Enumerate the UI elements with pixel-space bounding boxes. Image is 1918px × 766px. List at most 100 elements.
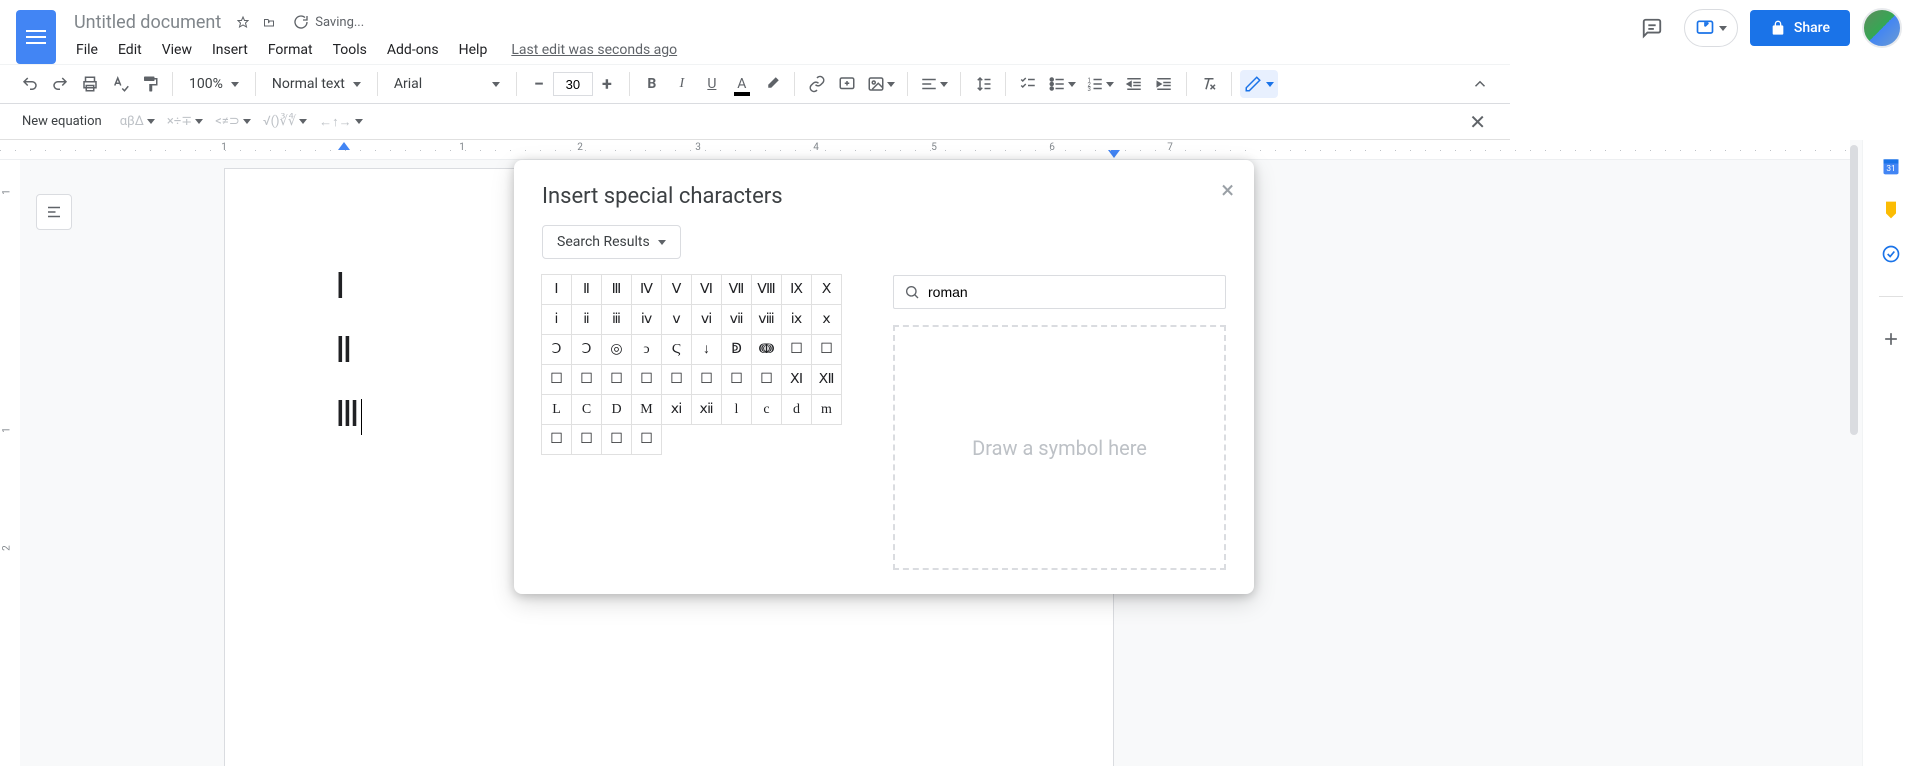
close-dialog-button[interactable]: ×	[1217, 172, 1238, 208]
paint-format-button[interactable]	[136, 70, 164, 98]
scrollbar-thumb[interactable]	[1850, 145, 1858, 435]
character-cell[interactable]: ⅸ	[781, 304, 812, 335]
character-cell[interactable]: Ⅸ	[781, 274, 812, 305]
menu-help[interactable]: Help	[451, 38, 496, 62]
character-cell[interactable]: L	[541, 394, 572, 425]
bullet-list-button[interactable]	[1044, 70, 1080, 98]
font-family-select[interactable]: Arial	[386, 72, 508, 96]
move-icon[interactable]	[259, 12, 279, 32]
character-cell[interactable]: Ⅷ	[751, 274, 782, 305]
comment-history-button[interactable]	[1632, 8, 1672, 48]
character-cell[interactable]: Ⅰ	[541, 274, 572, 305]
line-spacing-button[interactable]	[969, 70, 997, 98]
indent-marker[interactable]	[338, 142, 350, 150]
vertical-ruler[interactable]: 112	[0, 160, 20, 766]
greek-letters-button[interactable]: αβΔ	[120, 114, 155, 129]
draw-symbol-area[interactable]: Draw a symbol here	[893, 325, 1226, 570]
character-cell[interactable]: ⅲ	[601, 304, 632, 335]
character-cell[interactable]: Ⅶ	[721, 274, 752, 305]
character-cell[interactable]: ☐	[721, 364, 752, 395]
operators-button[interactable]: ×÷∓	[167, 114, 203, 129]
checklist-button[interactable]	[1014, 70, 1042, 98]
zoom-select[interactable]: 100%	[181, 72, 247, 96]
character-cell[interactable]: ☐	[661, 364, 692, 395]
search-box[interactable]	[893, 275, 1226, 309]
menu-insert[interactable]: Insert	[204, 38, 256, 62]
highlight-button[interactable]	[758, 70, 786, 98]
italic-button[interactable]: I	[668, 70, 696, 98]
insert-comment-button[interactable]	[833, 70, 861, 98]
vertical-scrollbar[interactable]	[1848, 140, 1860, 766]
character-cell[interactable]: m	[811, 394, 842, 425]
close-equation-bar-button[interactable]: ✕	[1461, 106, 1494, 138]
character-cell[interactable]: Ⅺ	[781, 364, 812, 395]
character-cell[interactable]: D	[601, 394, 632, 425]
account-avatar[interactable]	[1862, 8, 1902, 48]
character-cell[interactable]: ☐	[601, 424, 632, 455]
insert-link-button[interactable]	[803, 70, 831, 98]
underline-button[interactable]: U	[698, 70, 726, 98]
character-cell[interactable]: ⅱ	[571, 304, 602, 335]
character-cell[interactable]: ⅰ	[541, 304, 572, 335]
character-cell[interactable]: ⅳ	[631, 304, 662, 335]
redo-button[interactable]	[46, 70, 74, 98]
editing-mode-button[interactable]	[1240, 70, 1278, 98]
character-cell[interactable]: l	[721, 394, 752, 425]
show-outline-button[interactable]	[36, 194, 72, 230]
document-title-input[interactable]: Untitled document	[68, 10, 227, 35]
character-cell[interactable]: ⅹ	[811, 304, 842, 335]
menu-addons[interactable]: Add-ons	[379, 38, 447, 62]
category-select[interactable]: Search Results	[542, 225, 681, 259]
character-cell[interactable]: ⅷ	[751, 304, 782, 335]
paragraph-style-select[interactable]: Normal text	[264, 72, 369, 96]
menu-format[interactable]: Format	[260, 38, 321, 62]
character-cell[interactable]: ☐	[541, 364, 572, 395]
print-button[interactable]	[76, 70, 104, 98]
decrease-indent-button[interactable]	[1120, 70, 1148, 98]
right-indent-marker[interactable]	[1108, 150, 1120, 158]
undo-button[interactable]	[16, 70, 44, 98]
character-cell[interactable]: ☐	[751, 364, 782, 395]
align-button[interactable]	[916, 70, 952, 98]
character-cell[interactable]: ⅻ	[691, 394, 722, 425]
share-button[interactable]: Share	[1750, 10, 1850, 46]
character-cell[interactable]: ☐	[601, 364, 632, 395]
character-cell[interactable]: ⅴ	[661, 304, 692, 335]
character-cell[interactable]: Ⅹ	[811, 274, 842, 305]
character-cell[interactable]: C	[571, 394, 602, 425]
character-cell[interactable]: ↄ	[631, 334, 662, 365]
character-cell[interactable]: Ϛ	[661, 334, 692, 365]
character-cell[interactable]: ☐	[541, 424, 572, 455]
menu-tools[interactable]: Tools	[325, 38, 375, 62]
math-funcs-button[interactable]: √()∛∜	[263, 114, 307, 129]
character-cell[interactable]: ☐	[571, 364, 602, 395]
bold-button[interactable]: B	[638, 70, 666, 98]
last-edit-link[interactable]: Last edit was seconds ago	[511, 42, 677, 58]
character-cell[interactable]: ↓	[691, 334, 722, 365]
character-cell[interactable]: Ⅵ	[691, 274, 722, 305]
increase-indent-button[interactable]	[1150, 70, 1178, 98]
fontsize-input[interactable]	[553, 72, 593, 96]
add-addon-icon[interactable]	[1881, 329, 1901, 349]
present-button[interactable]	[1684, 9, 1738, 47]
character-cell[interactable]: ☐	[631, 364, 662, 395]
character-cell[interactable]: ☐	[811, 334, 842, 365]
character-cell[interactable]: ☐	[631, 424, 662, 455]
character-cell[interactable]: ☐	[571, 424, 602, 455]
document-canvas[interactable]: 11234567 112 ⅠⅡⅢ × Insert special charac…	[0, 140, 1862, 766]
collapse-toolbar-button[interactable]	[1466, 70, 1494, 98]
character-cell[interactable]: Ⅲ	[601, 274, 632, 305]
search-input[interactable]	[928, 284, 1215, 300]
character-cell[interactable]: Ↄ	[541, 334, 572, 365]
character-cell[interactable]: Ⅱ	[571, 274, 602, 305]
spellcheck-button[interactable]	[106, 70, 134, 98]
relations-button[interactable]: <≠⊃	[215, 114, 251, 129]
text-color-button[interactable]: A	[728, 70, 756, 98]
docs-logo[interactable]	[16, 10, 56, 64]
number-list-button[interactable]: 123	[1082, 70, 1118, 98]
character-cell[interactable]: ⅵ	[691, 304, 722, 335]
insert-image-button[interactable]	[863, 70, 899, 98]
menu-view[interactable]: View	[154, 38, 200, 62]
clear-format-button[interactable]	[1195, 70, 1223, 98]
tasks-icon[interactable]	[1881, 244, 1901, 264]
